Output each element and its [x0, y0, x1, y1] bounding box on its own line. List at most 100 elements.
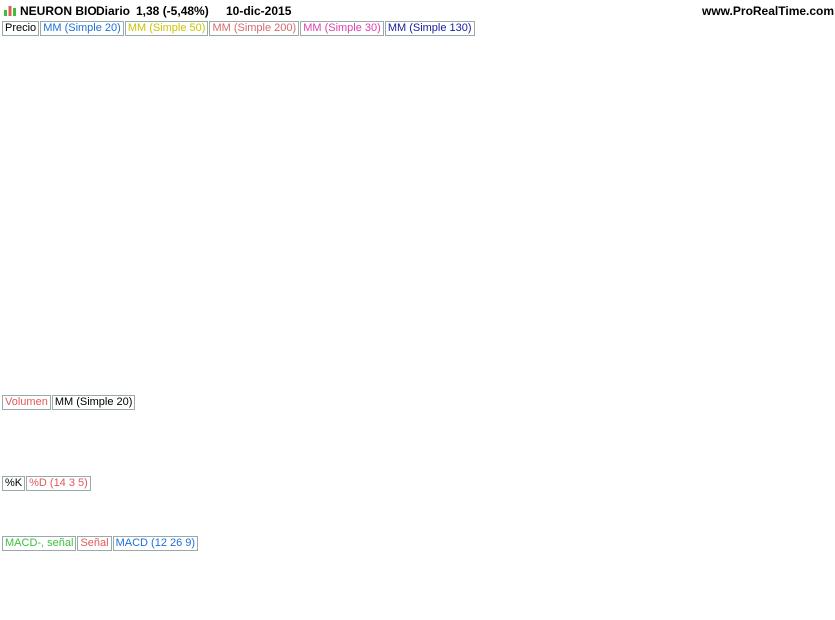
macd-histogram-bar	[228, 552, 233, 567]
macd-histogram-bar	[586, 548, 591, 552]
candle-body	[406, 216, 413, 239]
stoch-tag-label: 16,480	[783, 513, 817, 525]
volume-bar	[745, 467, 750, 472]
x-axis-label: sep	[343, 605, 361, 617]
volume-bar	[475, 469, 480, 472]
volume-bar	[17, 466, 22, 472]
candle-body	[39, 184, 45, 197]
legend-ma50[interactable]: MM (Simple 50)	[124, 21, 209, 36]
legend-stoch-d[interactable]: %D (14 3 5)	[26, 476, 91, 491]
volume-bar	[407, 468, 412, 472]
trend-line	[509, 248, 766, 357]
candle-body	[691, 276, 698, 282]
volume-tag-label: 47.896	[783, 449, 817, 461]
moving-average-line	[3, 175, 758, 250]
candle-body	[616, 195, 623, 282]
macd-histogram-bar	[397, 537, 402, 552]
legend-volume[interactable]: Volumen	[2, 395, 51, 410]
candle-body	[594, 263, 600, 271]
macd-histogram-bar	[20, 552, 25, 553]
site-url[interactable]: www.ProRealTime.com	[702, 4, 834, 18]
candle-body	[459, 259, 465, 265]
macd-histogram-bar	[171, 552, 176, 567]
level-label: 1,85	[4, 238, 24, 249]
legend-price[interactable]: Precio	[2, 21, 40, 36]
volume-bar	[137, 468, 142, 472]
candle-body	[474, 270, 480, 278]
volume-axis-tick: 200.000	[785, 420, 825, 432]
legend-ma30[interactable]: MM (Simple 30)	[300, 21, 384, 36]
legend-ma130[interactable]: MM (Simple 130)	[384, 21, 475, 36]
price-tag-box	[779, 288, 823, 304]
candle-body	[84, 71, 90, 101]
macd-histogram-bar	[699, 552, 704, 560]
volume-bar	[264, 469, 269, 472]
macd-histogram-bar	[247, 552, 252, 567]
candle-body	[271, 259, 278, 265]
volume-bar	[32, 457, 37, 472]
candle-body	[534, 227, 540, 239]
volume-bar	[677, 462, 682, 472]
macd-histogram-bar	[529, 544, 534, 552]
volume-bar	[632, 466, 637, 472]
level-label: 2,21	[4, 161, 24, 172]
price-tag-box	[779, 235, 823, 251]
volume-bar	[647, 468, 652, 472]
price-axis-tick: 2,3	[785, 148, 800, 160]
candle-body	[16, 163, 23, 171]
price-tag-label: 1,6717	[784, 282, 818, 294]
candle-body	[234, 248, 240, 261]
volume-bar	[92, 460, 97, 472]
stoch-line	[3, 479, 759, 529]
candle-body	[706, 291, 713, 303]
volume-bar	[219, 467, 224, 472]
legend-macd-hist[interactable]: MACD-, señal	[2, 536, 77, 551]
moving-average-line	[3, 141, 759, 244]
volume-bar	[129, 469, 134, 472]
candle-body	[376, 206, 383, 229]
x-axis-label: 13	[278, 605, 290, 617]
stock-chart[interactable]: 2,74 2,21 1,85 1,59 1,48 1,31 2,8 2,7 2,6 2,5 2,4…	[0, 0, 835, 620]
candle-body	[61, 110, 68, 143]
candle-body	[399, 238, 405, 261]
volume-bar	[707, 464, 712, 472]
level-label: 2,74	[4, 48, 24, 59]
macd-histogram-bar	[624, 552, 629, 567]
candle-body	[69, 110, 75, 122]
volume-axis-tick: 300.000	[785, 397, 825, 409]
stoch-tag-box	[779, 494, 823, 510]
legend-stoch-k[interactable]: %K	[2, 476, 26, 491]
macd-legend: MACD-, señal Señal MACD (12 26 9)	[2, 536, 199, 551]
volume-bar	[655, 464, 660, 472]
stoch-trend-line	[599, 517, 776, 525]
candle-body	[204, 206, 210, 218]
macd-histogram-bar	[605, 552, 610, 560]
legend-ma20[interactable]: MM (Simple 20)	[40, 21, 124, 36]
price-axis-tick: 2,6	[785, 84, 800, 96]
x-axis-label: 17	[414, 605, 426, 617]
legend-macd-signal[interactable]: Señal	[77, 536, 112, 551]
macd-histogram-bar	[322, 537, 327, 552]
price-tag-box	[779, 341, 823, 357]
volume-bar	[309, 468, 314, 472]
volume-bar	[662, 467, 667, 472]
volume-tag-box	[779, 446, 823, 462]
panel-frame-0	[0, 20, 779, 381]
legend-volume-ma20[interactable]: MM (Simple 20)	[51, 395, 136, 410]
volume-bar	[392, 467, 397, 472]
volume-bar	[197, 469, 202, 472]
legend-ma200[interactable]: MM (Simple 200)	[209, 21, 300, 36]
candle-body	[564, 227, 570, 250]
volume-bar	[242, 470, 247, 472]
volume-bar	[347, 464, 352, 472]
x-axis-label: 11	[6, 605, 17, 617]
volume-bar	[317, 469, 322, 472]
last-price: 1,38 (-5,48%)	[136, 4, 209, 18]
legend-macd-line[interactable]: MACD (12 26 9)	[112, 536, 199, 551]
volume-bar	[294, 469, 299, 472]
volume-bar	[227, 468, 232, 472]
volume-bar	[332, 469, 337, 472]
volume-bar	[512, 469, 517, 472]
macd-histogram-bar	[303, 552, 308, 556]
price-axis-tick: 1,8	[785, 255, 800, 267]
